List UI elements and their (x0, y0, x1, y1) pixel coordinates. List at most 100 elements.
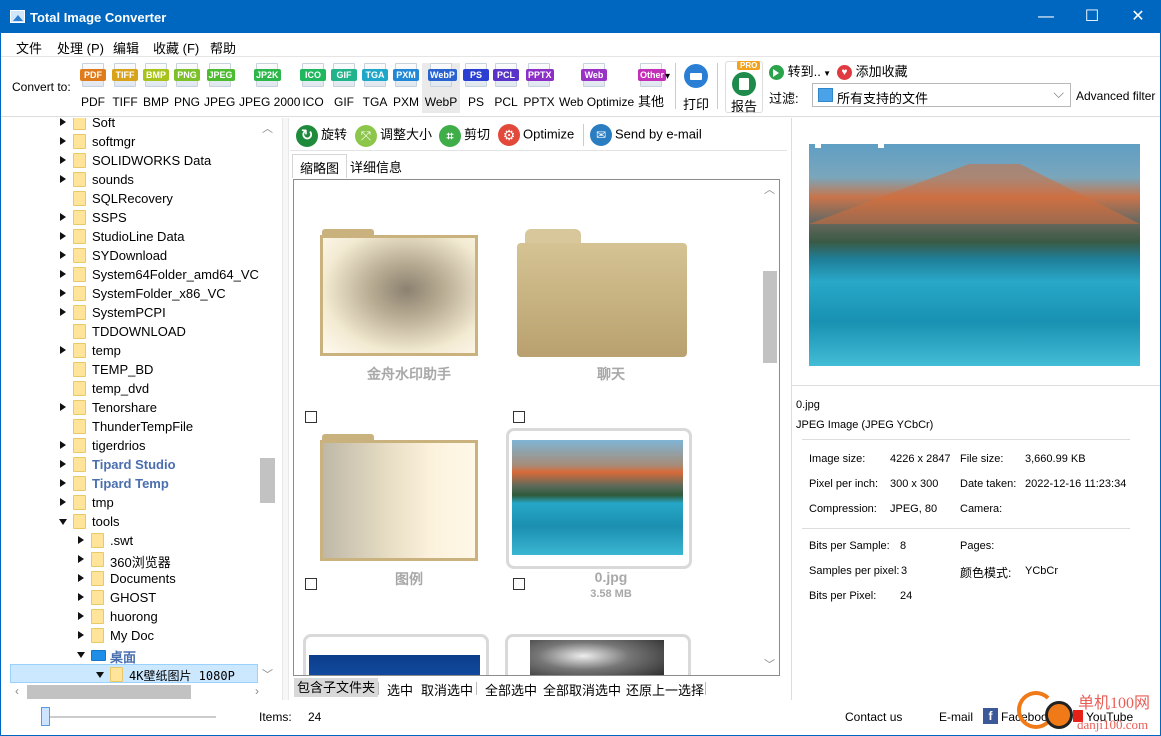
scrollbar-thumb[interactable] (763, 271, 777, 363)
convert-to-jpeg-button[interactable]: JPEG JPEG (204, 63, 235, 113)
file-checkbox[interactable] (513, 411, 525, 423)
convert-to-gif-button[interactable]: GIF GIF (330, 63, 358, 113)
contact-us-link[interactable]: Contact us (845, 710, 902, 724)
convert-to-pdf-button[interactable]: PDF PDF (80, 63, 106, 113)
scroll-up-icon[interactable]: ︿ (262, 120, 273, 136)
deselect-button[interactable]: 取消选中 (421, 680, 473, 699)
print-button[interactable]: 打印 (680, 63, 712, 113)
collapse-arrow-icon[interactable] (59, 519, 67, 525)
expand-arrow-icon[interactable] (78, 593, 84, 601)
maximize-button[interactable]: ☐ (1069, 1, 1115, 33)
tree-item[interactable]: Tipard Temp (2, 474, 262, 493)
add-favorite-button[interactable]: ♥ 添加收藏 (837, 61, 908, 81)
tree-item[interactable]: SystemPCPI (2, 303, 262, 322)
expand-arrow-icon[interactable] (60, 118, 66, 126)
select-button[interactable]: 选中 (387, 680, 413, 699)
menu-file[interactable]: 文件 (16, 38, 42, 57)
tree-item[interactable]: TEMP_BD (2, 360, 262, 379)
tree-item[interactable]: GHOST (2, 588, 262, 607)
expand-arrow-icon[interactable] (78, 555, 84, 563)
tree-horizontal-scrollbar[interactable]: ‹ › (9, 684, 279, 700)
scroll-down-icon[interactable]: ﹀ (262, 666, 273, 682)
scroll-up-icon[interactable]: ︿ (764, 181, 775, 197)
tree-item[interactable]: Soft (2, 118, 262, 132)
include-subfolders-toggle[interactable]: 包含子文件夹 (294, 678, 379, 697)
restore-selection-button[interactable]: 还原上一选择 (626, 680, 704, 699)
expand-arrow-icon[interactable] (78, 574, 84, 582)
minimize-button[interactable]: — (1023, 1, 1069, 33)
tree-item[interactable]: huorong (2, 607, 262, 626)
menu-process[interactable]: 处理 (P) (57, 38, 104, 57)
menu-favorites[interactable]: 收藏 (F) (153, 38, 199, 57)
expand-arrow-icon[interactable] (60, 251, 66, 259)
goto-button[interactable]: 转到.. ▼ (769, 61, 831, 81)
thumbnail-size-slider[interactable] (46, 716, 216, 718)
pane-splitter[interactable] (282, 118, 289, 700)
filter-select[interactable]: 所有支持的文件 ⌵ (812, 83, 1071, 107)
email-link[interactable]: E-mail (939, 710, 973, 724)
expand-arrow-icon[interactable] (78, 612, 84, 620)
tree-item[interactable]: SystemFolder_x86_VC (2, 284, 262, 303)
expand-arrow-icon[interactable] (60, 270, 66, 278)
resize-button[interactable]: ⤧ 调整大小 (355, 124, 432, 147)
convert-to-bmp-button[interactable]: BMP BMP (142, 63, 170, 113)
tab-thumbnails[interactable]: 缩略图 (292, 154, 348, 178)
select-all-button[interactable]: 全部选中 (485, 680, 537, 699)
tree-item[interactable]: My Doc (2, 626, 262, 645)
expand-arrow-icon[interactable] (60, 137, 66, 145)
collapse-arrow-icon[interactable] (77, 652, 85, 658)
menu-edit[interactable]: 编辑 (113, 38, 139, 57)
tree-item[interactable]: Documents (2, 569, 262, 588)
scroll-left-icon[interactable]: ‹ (15, 684, 19, 698)
tree-item[interactable]: softmgr (2, 132, 262, 151)
facebook-icon[interactable]: f (983, 708, 998, 724)
send-email-button[interactable]: ✉ Send by e-mail (590, 124, 702, 146)
convert-to-ps-button[interactable]: PS PS (462, 63, 490, 113)
convert-to-other-button[interactable]: Other ▾ 其他 (634, 63, 670, 113)
expand-arrow-icon[interactable] (60, 403, 66, 411)
rotate-button[interactable]: ↻ 旋转 (296, 124, 347, 147)
convert-to-web-optimize-button[interactable]: Web Web Optimize (559, 63, 634, 113)
file-item[interactable] (505, 634, 691, 675)
convert-to-jpeg-2000-button[interactable]: JP2K JPEG 2000 (239, 63, 300, 113)
scrollbar-thumb[interactable] (27, 685, 191, 699)
expand-arrow-icon[interactable] (60, 232, 66, 240)
file-checkbox[interactable] (305, 578, 317, 590)
file-item[interactable]: 聊天 (496, 215, 687, 425)
tree-item[interactable]: 360浏览器 (2, 550, 262, 570)
convert-to-webp-button[interactable]: WebP WebP (422, 63, 460, 113)
tree-item[interactable]: SQLRecovery (2, 189, 262, 208)
collapse-arrow-icon[interactable] (96, 672, 104, 678)
convert-to-ico-button[interactable]: ICO ICO (299, 63, 327, 113)
tree-item[interactable]: Tenorshare (2, 398, 262, 417)
tree-item[interactable]: 桌面 (2, 645, 262, 665)
tab-details[interactable]: 详细信息 (343, 154, 409, 178)
file-item[interactable] (303, 634, 489, 675)
file-checkbox[interactable] (513, 578, 525, 590)
tree-item[interactable]: .swt (2, 531, 262, 550)
tree-item[interactable]: temp_dvd (2, 379, 262, 398)
close-button[interactable]: ✕ (1115, 1, 1161, 33)
expand-arrow-icon[interactable] (60, 156, 66, 164)
tree-item[interactable]: SOLIDWORKS Data (2, 151, 262, 170)
advanced-filter-link[interactable]: Advanced filter (1076, 89, 1155, 103)
tree-item[interactable]: tmp (2, 493, 262, 512)
convert-to-pptx-button[interactable]: PPTX PPTX (522, 63, 556, 113)
tree-item[interactable]: Tipard Studio (2, 455, 262, 474)
tree-vertical-scrollbar[interactable]: ︿ ﹀ (259, 118, 276, 684)
file-item[interactable]: 金舟水印助手 (294, 215, 484, 425)
optimize-button[interactable]: ⚙ Optimize (498, 124, 574, 146)
convert-to-tga-button[interactable]: TGA TGA (361, 63, 389, 113)
tree-item[interactable]: tools (2, 512, 262, 531)
expand-arrow-icon[interactable] (60, 308, 66, 316)
expand-arrow-icon[interactable] (60, 175, 66, 183)
convert-to-png-button[interactable]: PNG PNG (173, 63, 201, 113)
slider-handle[interactable] (41, 707, 50, 726)
crop-button[interactable]: ⌗ 剪切 (439, 124, 490, 147)
expand-arrow-icon[interactable] (60, 441, 66, 449)
deselect-all-button[interactable]: 全部取消选中 (543, 680, 621, 699)
report-button[interactable]: PRO 报告 (725, 61, 763, 114)
tree-item[interactable]: temp (2, 341, 262, 360)
tree-item[interactable]: SSPS (2, 208, 262, 227)
expand-arrow-icon[interactable] (60, 498, 66, 506)
